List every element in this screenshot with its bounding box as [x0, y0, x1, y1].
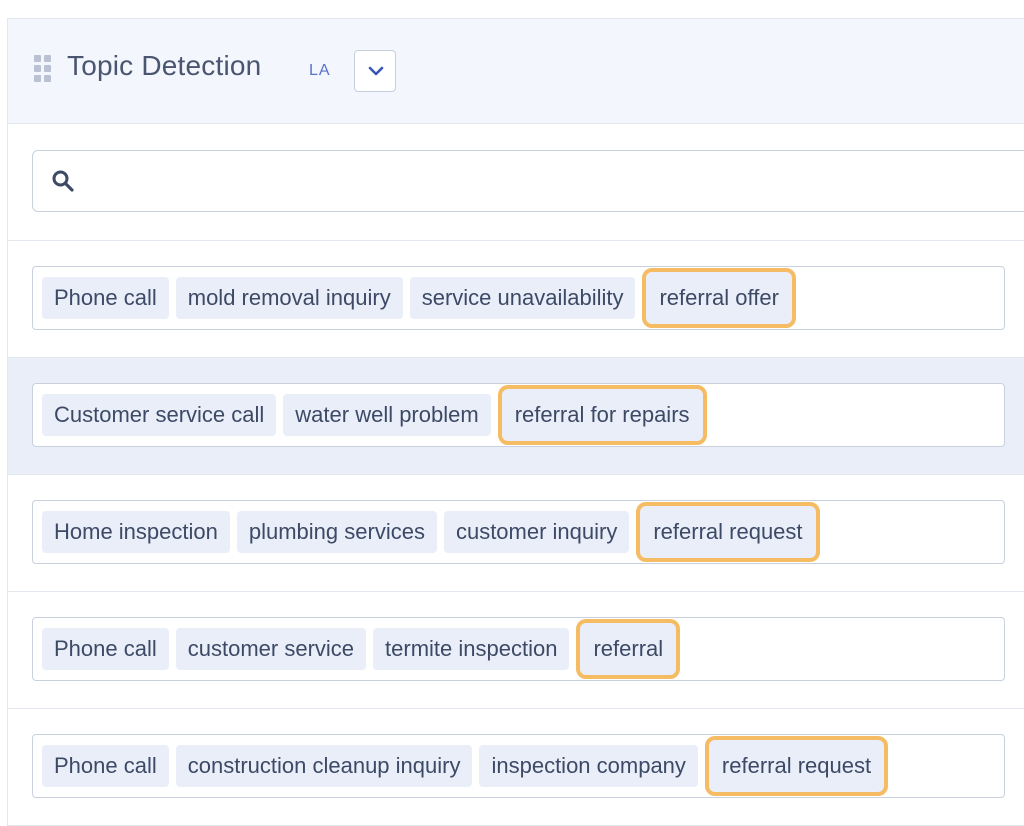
- topic-tag-highlighted[interactable]: referral: [576, 619, 681, 679]
- tag-list[interactable]: Home inspection plumbing services custom…: [32, 500, 1005, 564]
- table-row[interactable]: Home inspection plumbing services custom…: [8, 475, 1024, 592]
- top-strip: [0, 0, 1024, 19]
- search-row: [8, 124, 1024, 241]
- column-header: Topic Detection LA: [8, 19, 1024, 124]
- topic-tag-highlighted[interactable]: referral offer: [642, 268, 796, 328]
- topic-tag-highlighted[interactable]: referral for repairs: [497, 385, 707, 445]
- topic-tag[interactable]: water well problem: [283, 394, 491, 436]
- topic-tag[interactable]: plumbing services: [236, 511, 437, 553]
- topic-tag[interactable]: Phone call: [42, 277, 169, 319]
- table-row[interactable]: Phone call mold removal inquiry service …: [8, 241, 1024, 358]
- topic-tag[interactable]: mold removal inquiry: [175, 277, 403, 319]
- language-badge: LA: [309, 62, 331, 79]
- drag-handle-icon[interactable]: [34, 55, 54, 83]
- tag-list[interactable]: Customer service call water well problem…: [32, 383, 1005, 447]
- column-dropdown-button[interactable]: [354, 50, 396, 92]
- topic-tag[interactable]: termite inspection: [373, 628, 570, 670]
- topic-tag[interactable]: inspection company: [479, 745, 698, 787]
- topic-tag[interactable]: service unavailability: [409, 277, 636, 319]
- column-title: Topic Detection: [67, 50, 262, 81]
- search-input[interactable]: [89, 161, 993, 203]
- tag-list[interactable]: Phone call customer service termite insp…: [32, 617, 1005, 681]
- left-rail: [0, 18, 8, 826]
- topic-tag[interactable]: customer inquiry: [443, 511, 630, 553]
- tag-list[interactable]: Phone call construction cleanup inquiry …: [32, 734, 1005, 798]
- topic-tag-highlighted[interactable]: referral request: [636, 502, 820, 562]
- table-row-selected[interactable]: Customer service call water well problem…: [8, 358, 1024, 475]
- search-icon: [52, 170, 74, 192]
- topic-tag[interactable]: Customer service call: [42, 394, 277, 436]
- chevron-down-icon: [368, 66, 384, 76]
- topic-tag[interactable]: Home inspection: [42, 511, 230, 553]
- topic-tag[interactable]: Phone call: [42, 745, 169, 787]
- topic-tag-highlighted[interactable]: referral request: [704, 736, 889, 796]
- topic-tag[interactable]: customer service: [175, 628, 367, 670]
- table-row[interactable]: Phone call customer service termite insp…: [8, 592, 1024, 709]
- search-field[interactable]: [32, 150, 1024, 212]
- topic-tag[interactable]: construction cleanup inquiry: [175, 745, 473, 787]
- topic-tag[interactable]: Phone call: [42, 628, 169, 670]
- tag-list[interactable]: Phone call mold removal inquiry service …: [32, 266, 1005, 330]
- table-row[interactable]: Phone call construction cleanup inquiry …: [8, 709, 1024, 826]
